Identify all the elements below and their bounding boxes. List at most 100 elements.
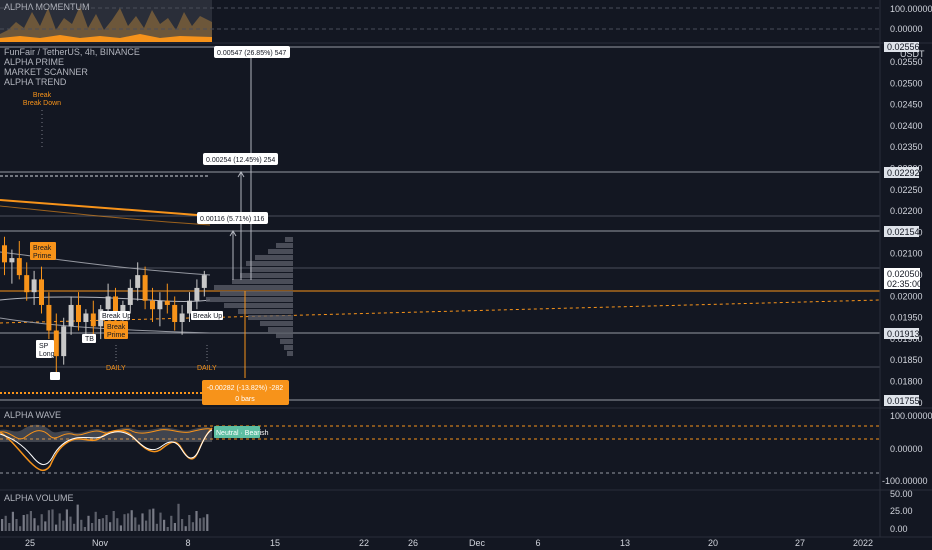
candle-body	[31, 279, 37, 293]
signal-prime-3: Prime	[107, 332, 125, 339]
price-tag-current: 0.02050	[887, 269, 920, 279]
volume-bar	[170, 515, 173, 531]
volume-bar	[76, 504, 79, 531]
volume-bar	[37, 525, 40, 531]
price-tag-3: 0.02154	[887, 227, 920, 237]
chart-background	[0, 0, 932, 550]
volume-bar	[202, 517, 205, 531]
chart-canvas[interactable]: ALPHA MOMENTUM 100.00000 0.00000 FunFair…	[0, 0, 932, 550]
volume-bar	[58, 513, 61, 531]
volume-bar	[195, 511, 198, 531]
signal-tb: TB	[85, 336, 94, 343]
volume-bar	[47, 510, 50, 531]
volume-label: ALPHA VOLUME	[4, 493, 74, 503]
indicator-prime[interactable]: ALPHA PRIME	[4, 57, 64, 67]
time-axis-tick: 2022	[853, 538, 873, 548]
price-axis-tick: 0.02450	[890, 100, 923, 110]
volume-bar	[184, 526, 187, 531]
signal-break-up-2: Break Up	[193, 313, 222, 320]
price-axis-tick: 0.01950	[890, 313, 923, 323]
candle-body	[127, 287, 133, 305]
volume-bar	[19, 526, 22, 531]
measure-label-4-bars: 0 bars	[235, 396, 255, 403]
wave-tag: Neutral · Bearish	[216, 430, 269, 437]
indicator-trend[interactable]: ALPHA TREND	[4, 77, 67, 87]
volume-bar	[55, 524, 58, 531]
measure-label-4: -0.00282 (-13.82%) -282	[207, 385, 283, 392]
price-tag-2: 0.02292	[887, 168, 920, 178]
volume-bar	[116, 518, 119, 531]
price-tag-5: 0.01755	[887, 396, 920, 406]
wave-tick-bottom: -100.00000	[882, 476, 928, 486]
measure-label-1: 0.00547 (26.85%) 547	[217, 50, 286, 57]
volume-bar	[109, 522, 112, 531]
volume-bar	[22, 515, 25, 531]
volume-bar	[152, 508, 155, 531]
candle-body	[172, 304, 178, 323]
volume-bar	[33, 518, 36, 531]
candle-body	[201, 275, 207, 288]
volume-bar	[51, 509, 54, 531]
candle-body	[157, 300, 163, 310]
candle-body	[194, 287, 200, 301]
candle-body	[16, 258, 22, 276]
volume-bar	[15, 519, 18, 531]
volume-bar	[148, 509, 151, 531]
volume-bar	[1, 519, 4, 531]
wave-tick-zero: 0.00000	[890, 444, 923, 454]
volume-bar	[145, 520, 148, 531]
volume-bar	[137, 524, 140, 531]
volume-bar	[40, 514, 43, 531]
momentum-label: ALPHA MOMENTUM	[4, 2, 90, 12]
price-axis-tick: 0.02100	[890, 249, 923, 259]
price-axis-tick: 0.01800	[890, 377, 923, 387]
measure-label-2: 0.00254 (12.45%) 254	[206, 157, 275, 164]
price-axis-tick: 0.02250	[890, 185, 923, 195]
volume-tick-mid: 25.00	[890, 506, 913, 516]
volume-bar	[163, 519, 166, 531]
price-axis-tick: 0.02500	[890, 78, 923, 88]
time-axis-tick: 13	[620, 538, 630, 548]
candle-body	[150, 300, 155, 310]
signal-prime-label: Prime	[33, 253, 51, 260]
volume-bar	[127, 513, 130, 531]
volume-bar	[44, 521, 47, 531]
volume-bar	[8, 523, 11, 531]
volume-bar	[188, 515, 191, 531]
volume-bar	[119, 525, 122, 531]
symbol-title: FunFair / TetherUS, 4h, BINANCE	[4, 47, 140, 57]
volume-bar	[105, 515, 108, 531]
price-tag-top: 0.02556	[887, 42, 920, 52]
measure-label-3: 0.00116 (5.71%) 116	[200, 216, 264, 223]
time-axis-tick: Dec	[469, 538, 486, 548]
momentum-tick-zero: 0.00000	[890, 24, 923, 34]
price-axis-tick: 0.02400	[890, 121, 923, 131]
volume-bar	[69, 516, 72, 531]
wave-label: ALPHA WAVE	[4, 410, 61, 420]
volume-bar	[173, 523, 176, 531]
price-axis-tick: 0.02200	[890, 206, 923, 216]
candle-body	[76, 304, 81, 323]
time-axis-tick: 25	[25, 538, 35, 548]
candle-body	[179, 313, 185, 323]
volume-bar	[123, 514, 126, 531]
volume-bar	[80, 519, 83, 531]
price-tag-4: 0.01913	[887, 329, 920, 339]
candle-body	[135, 275, 141, 288]
signal-daily-1: DAILY	[106, 365, 126, 372]
volume-bar	[191, 522, 194, 531]
volume-bar	[181, 519, 184, 531]
candle-body	[83, 313, 89, 323]
volume-bar	[155, 523, 158, 531]
signal-break-up-1: Break Up	[102, 313, 131, 320]
time-axis-tick: 20	[708, 538, 718, 548]
candle-body	[68, 304, 74, 327]
candle-body	[9, 258, 15, 263]
signal-break-down: Break Down	[23, 100, 61, 107]
time-axis-tick: 27	[795, 538, 805, 548]
volume-bar	[130, 510, 133, 531]
indicator-scanner[interactable]: MARKET SCANNER	[4, 67, 88, 77]
volume-tick-top: 50.00	[890, 489, 913, 499]
signal-break: Break	[33, 92, 52, 99]
volume-bar	[65, 509, 68, 531]
